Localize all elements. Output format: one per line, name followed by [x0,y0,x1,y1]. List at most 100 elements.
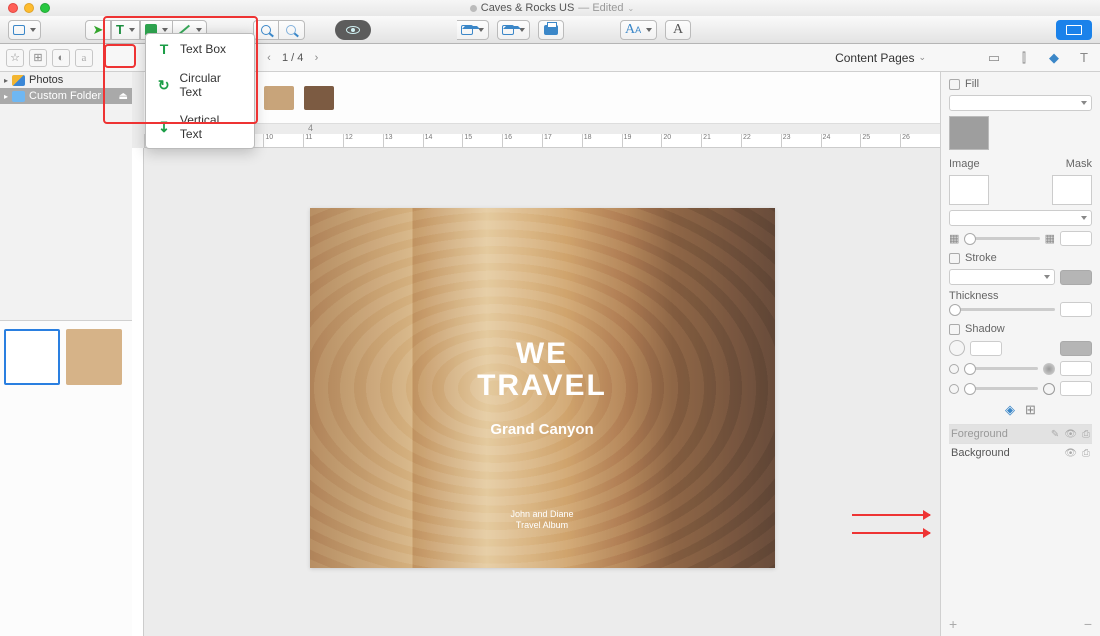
text-source-button[interactable]: a [75,49,93,67]
stroke-checkbox[interactable] [949,253,960,264]
share-button[interactable] [497,20,530,40]
remove-layer-button[interactable]: − [1084,616,1092,632]
zoom-window-icon[interactable] [40,3,50,13]
fill-checkbox[interactable] [949,79,960,90]
grid-icon[interactable]: ▦ [1045,232,1055,245]
zoom-out-button[interactable] [279,20,305,40]
prev-page-button[interactable]: ‹ [262,51,276,65]
stroke-color[interactable] [1060,270,1092,285]
hero-line-2[interactable]: TRAVEL [477,369,607,403]
source-list: ▸ Photos ▸ Custom Folder ⏏ [0,72,132,332]
inspector-appearance-icon[interactable]: ◆ [1046,50,1062,66]
ruler-tick: 22 [741,134,781,147]
photos-icon [12,75,25,86]
text-tool-menu: T Text Box ↻ Circular Text ↧ Vertical Te… [145,33,255,149]
grid-icon[interactable]: ▦ [949,232,959,245]
ruler-tick: 18 [582,134,622,147]
layer-label: Foreground [951,428,1008,440]
fill-swatch[interactable] [949,116,989,150]
print-button[interactable] [538,20,564,40]
export-button[interactable] [457,20,489,40]
source-photos[interactable]: ▸ Photos [0,72,132,88]
page-mini-thumb[interactable] [304,86,334,110]
inspector-geometry-icon[interactable]: ▭ [986,50,1002,66]
eye-icon[interactable]: 👁 [1064,448,1077,459]
ruler-vertical [132,148,144,636]
sidebar-mode-button[interactable] [8,20,41,40]
source-label: Custom Folder [29,90,101,102]
radio-icon[interactable] [949,384,959,394]
shadow-blur-slider[interactable] [964,387,1038,390]
select-tool-button[interactable]: ➤ [85,20,111,40]
font-style-button[interactable]: AA [620,20,657,40]
pencil-icon[interactable]: ✎ [1051,429,1059,440]
print-icon[interactable]: ⎙ [1082,448,1090,459]
menu-text-box[interactable]: T Text Box [146,34,254,64]
image-well[interactable] [949,175,989,205]
grid-tab-icon[interactable]: ⊞ [1025,402,1036,418]
strip-page-number: 4 [308,123,313,133]
text-tool-button[interactable]: T [111,20,140,40]
page-mini-thumb[interactable] [264,86,294,110]
preview-button[interactable] [335,20,371,40]
menu-vertical-text[interactable]: ↧ Vertical Text [146,106,254,148]
shadow-angle-value[interactable] [970,341,1002,356]
hero-byline[interactable]: John and Diane Travel Album [510,509,573,532]
maps-source-button[interactable]: ⊞ [29,49,47,67]
circular-text-icon: ↻ [156,77,172,93]
favorites-source-button[interactable]: ☆ [6,49,24,67]
zoom-in-button[interactable] [253,20,279,40]
shadow-offset-slider[interactable] [964,367,1038,370]
page-indicator: 1 / 4 [282,52,303,64]
next-page-button[interactable]: › [309,51,323,65]
fill-type-select[interactable] [949,95,1092,111]
thickness-slider[interactable] [949,308,1055,311]
canvas-area: 4 7891011121314151617181920212223242526 … [132,72,940,636]
blur-icon [1043,363,1055,375]
opacity-slider[interactable] [964,237,1039,240]
chevron-down-icon[interactable]: ⌄ [918,52,926,63]
angle-dial[interactable] [949,340,965,356]
source-label: Photos [29,74,63,86]
thickness-value[interactable] [1060,302,1092,317]
close-window-icon[interactable] [8,3,18,13]
layer-background[interactable]: Background 👁⎙ [949,443,1092,462]
menu-label: Text Box [180,42,226,56]
eject-icon[interactable]: ⏏ [119,91,128,102]
shadow-label: Shadow [965,323,1005,335]
page-canvas[interactable]: WE TRAVEL Grand Canyon John and Diane Tr… [310,208,775,568]
radio-icon[interactable] [949,364,959,374]
layer-foreground[interactable]: Foreground ✎ 👁 ⎙ [949,424,1092,443]
menu-circular-text[interactable]: ↻ Circular Text [146,64,254,106]
shadow-color[interactable] [1060,341,1092,356]
smart-source-button[interactable]: ◐ [52,49,70,67]
font-panel-button[interactable]: A [665,20,691,40]
add-layer-button[interactable]: + [949,616,957,632]
eye-icon[interactable]: 👁 [1064,429,1077,440]
shadow-blur-value[interactable] [1060,381,1092,396]
mode-label[interactable]: Content Pages [835,51,914,65]
ruler-tick: 15 [462,134,502,147]
title-dropdown-icon[interactable]: ⌄ [628,4,635,13]
font-icon: A [673,22,683,38]
inspector-arrange-icon[interactable]: ⫿ [1016,50,1032,66]
print-icon[interactable]: ⎙ [1082,429,1090,440]
hero-line-1[interactable]: WE [516,339,568,369]
view-mode-button[interactable] [1056,20,1092,40]
minimize-window-icon[interactable] [24,3,34,13]
shadow-offset-value[interactable] [1060,361,1092,376]
mask-well[interactable] [1052,175,1092,205]
hero-subtitle[interactable]: Grand Canyon [490,421,593,438]
inspector-text-icon[interactable]: T [1076,50,1092,66]
spread-thumbnail[interactable] [66,329,122,385]
opacity-value[interactable] [1060,231,1092,246]
stroke-style-select[interactable] [949,269,1055,285]
page-navigator: ‹ 1 / 4 › [262,51,323,65]
shadow-checkbox[interactable] [949,324,960,335]
image-fit-select[interactable] [949,210,1092,226]
spread-thumbnail[interactable] [4,329,60,385]
share-icon [502,25,514,35]
document-title: Caves & Rocks US [481,2,575,14]
layers-tab-icon[interactable]: ◈ [1005,402,1015,418]
source-custom-folder[interactable]: ▸ Custom Folder ⏏ [0,88,132,104]
